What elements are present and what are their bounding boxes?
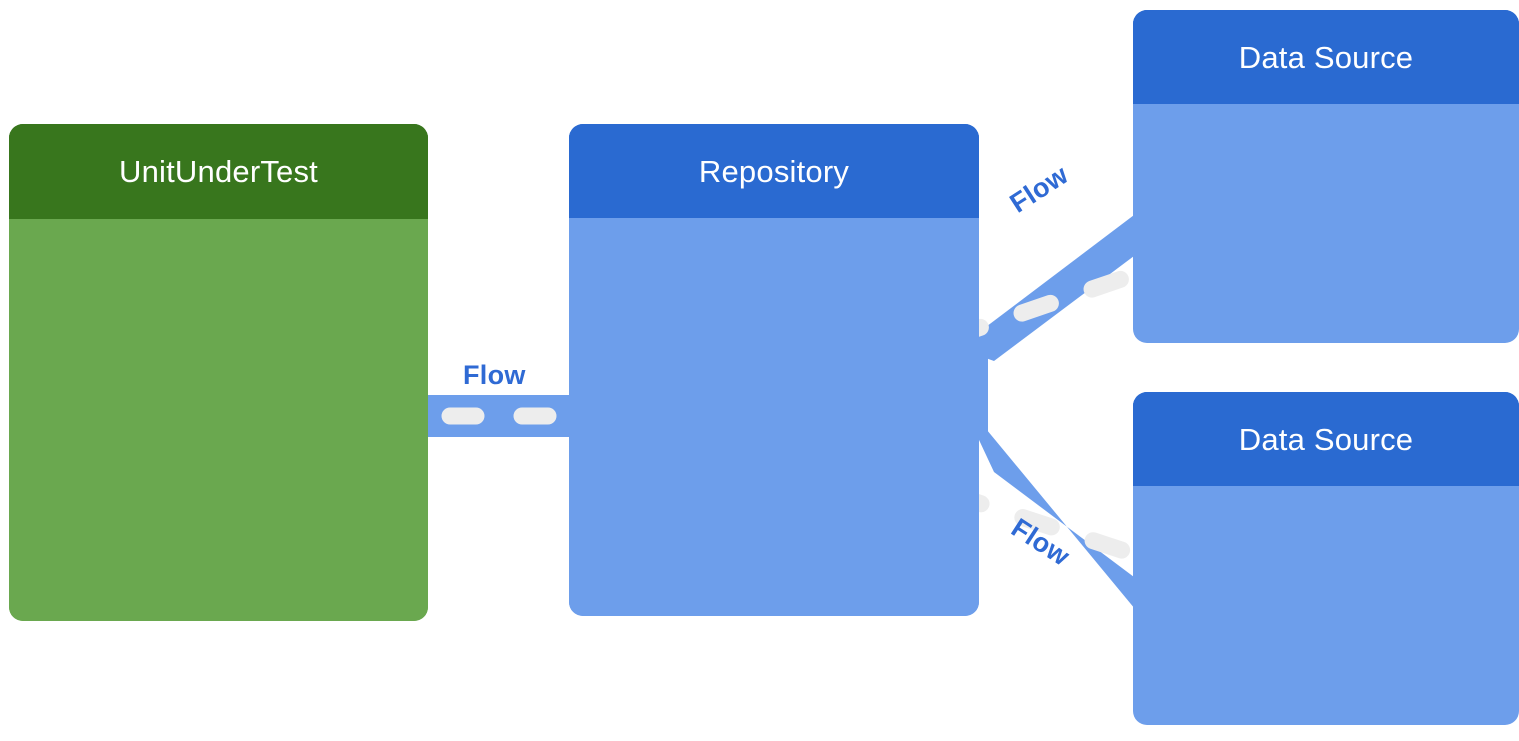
node-data-source-top-body bbox=[1133, 104, 1519, 343]
node-data-source-top-header: Data Source bbox=[1133, 10, 1519, 104]
node-data-source-top-label: Data Source bbox=[1238, 39, 1414, 75]
node-repository-header: Repository bbox=[569, 124, 979, 218]
node-repository[interactable]: Repository bbox=[569, 124, 979, 616]
node-repository-body bbox=[569, 218, 979, 616]
node-data-source-bottom-label: Data Source bbox=[1238, 421, 1414, 457]
connector-label-uut-repository: Flow bbox=[463, 360, 526, 390]
node-unit-under-test-label: UnitUnderTest bbox=[118, 154, 318, 189]
node-unit-under-test-header: UnitUnderTest bbox=[9, 124, 428, 219]
node-unit-under-test[interactable]: UnitUnderTest bbox=[9, 124, 428, 621]
node-data-source-bottom-body bbox=[1133, 486, 1519, 725]
node-unit-under-test-body bbox=[9, 219, 428, 621]
node-data-source-bottom[interactable]: Data Source bbox=[1133, 392, 1519, 725]
connector-band-repository-ds-top bbox=[958, 200, 1154, 436]
node-data-source-bottom-header: Data Source bbox=[1133, 392, 1519, 486]
diagram-canvas: UnitUnderTest Repository Data Source Dat… bbox=[0, 0, 1519, 741]
node-data-source-top[interactable]: Data Source bbox=[1133, 10, 1519, 343]
node-repository-label: Repository bbox=[698, 153, 850, 189]
